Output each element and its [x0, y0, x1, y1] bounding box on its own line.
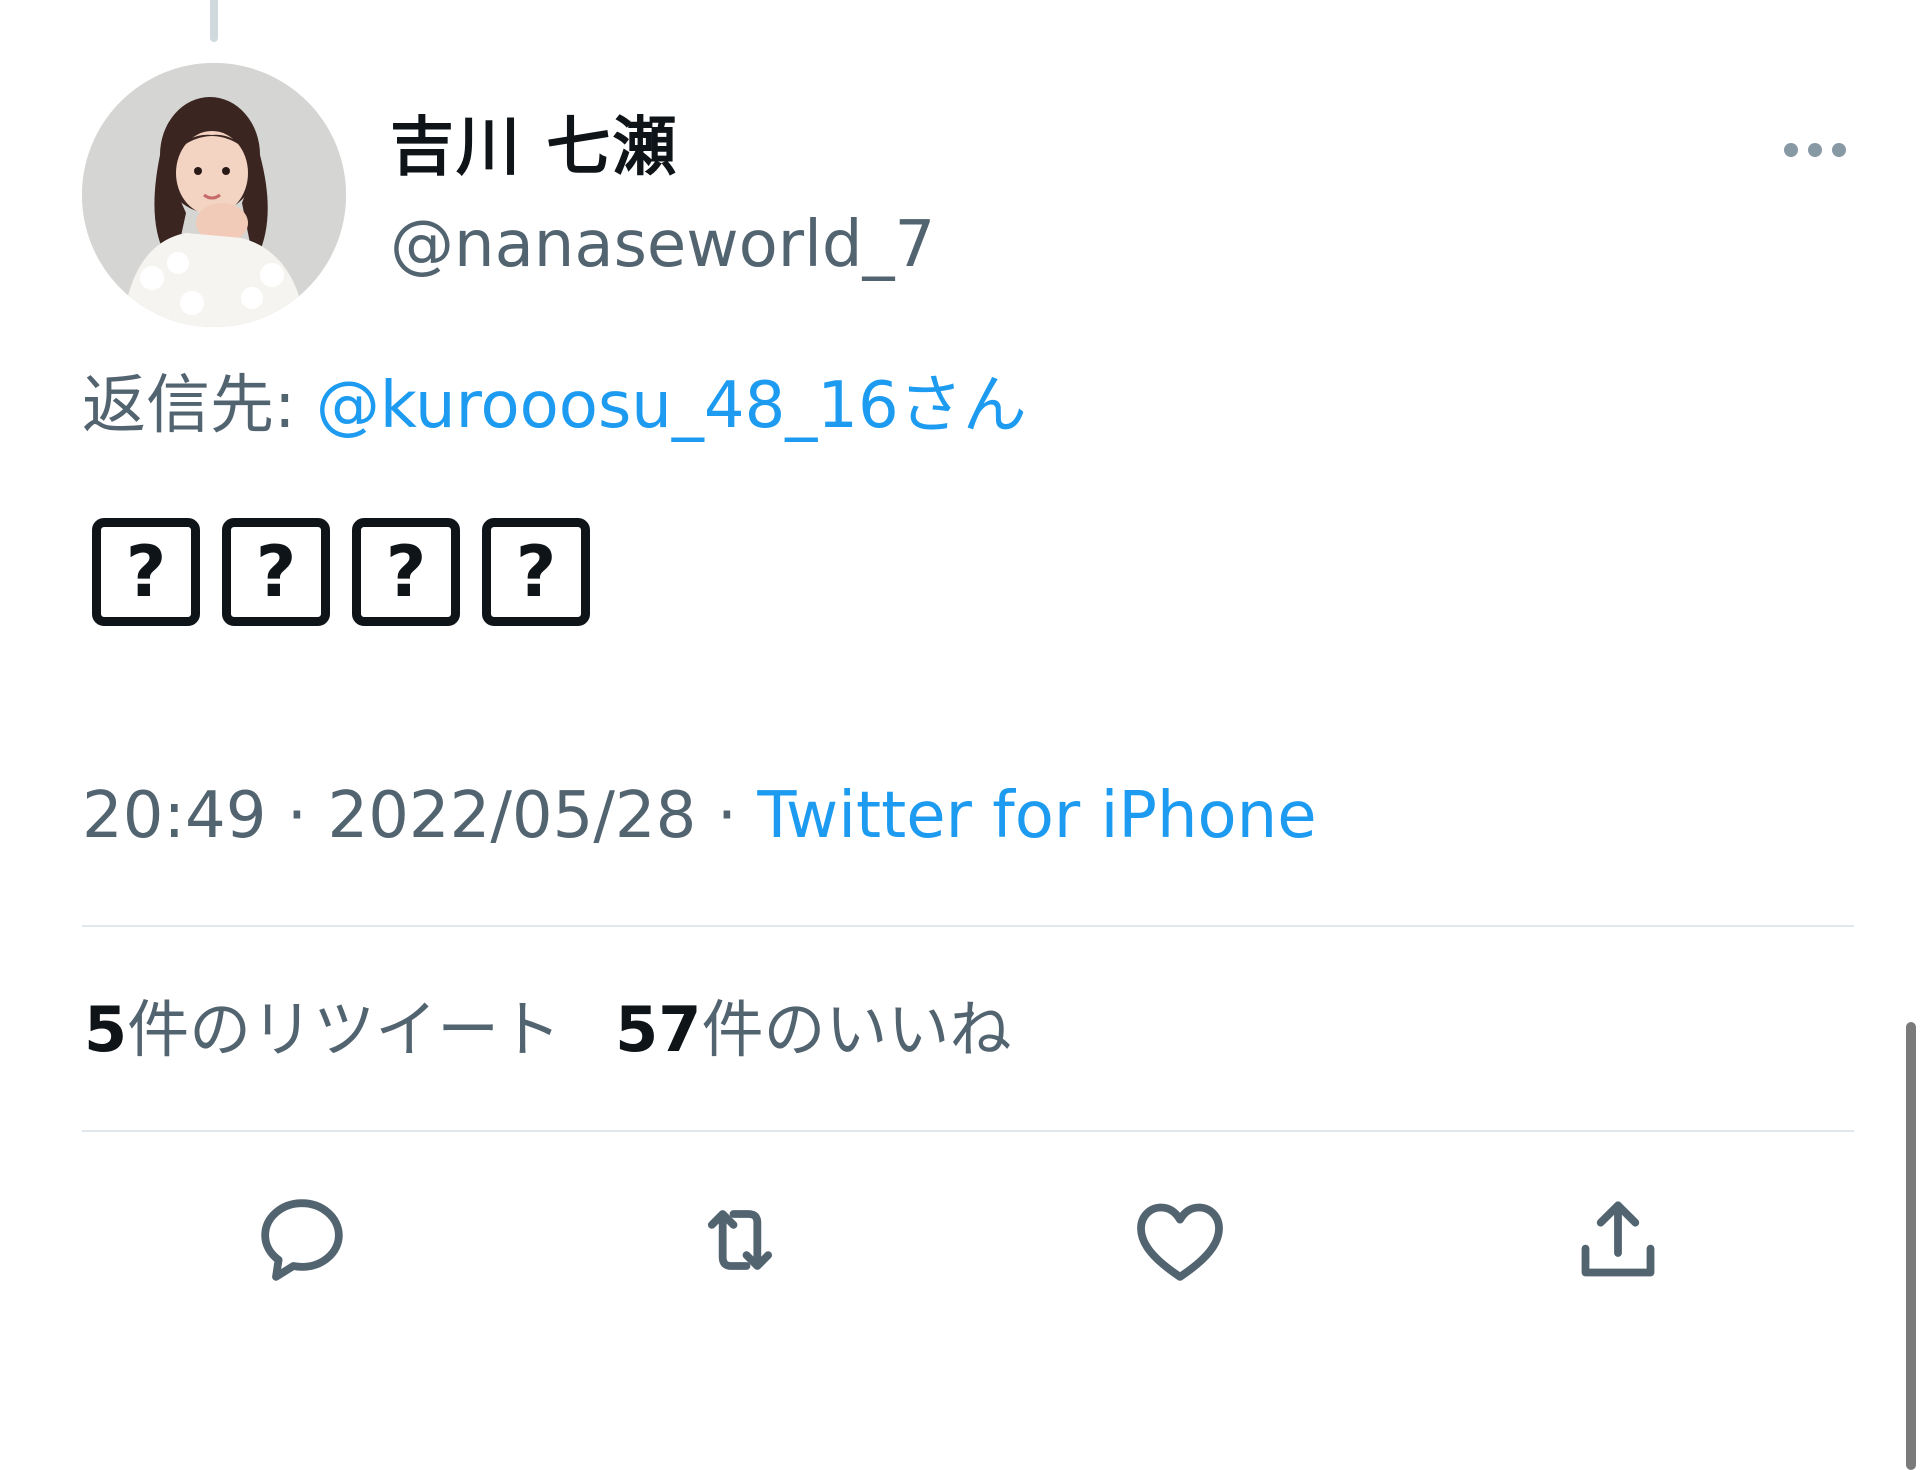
- retweet-label: 件のリツイート: [127, 993, 562, 1066]
- tweet-time[interactable]: 20:49: [82, 779, 266, 853]
- share-button[interactable]: [1558, 1180, 1678, 1300]
- vertical-scrollbar[interactable]: [1906, 1022, 1916, 1470]
- meta-separator: ·: [266, 779, 328, 853]
- retweet-count: 5: [84, 993, 128, 1066]
- reply-target-link[interactable]: @kurooosu_48_16さん: [316, 369, 1027, 443]
- more-options-button[interactable]: [1760, 130, 1870, 170]
- retweet-icon: [707, 1210, 773, 1270]
- tweet-detail-page: 吉川 七瀬 @nanaseworld_7 返信先: @kurooosu_48_1…: [0, 0, 1920, 1470]
- reply-context: 返信先: @kurooosu_48_16さん: [82, 366, 1027, 446]
- more-dot-icon: [1784, 143, 1798, 157]
- more-dot-icon: [1832, 143, 1846, 157]
- like-icon: [1137, 1203, 1223, 1281]
- like-label: 件のいいね: [701, 993, 1012, 1066]
- reply-button[interactable]: [242, 1180, 362, 1300]
- tweet-stats: 5件のリツイート 57件のいいね: [84, 990, 1011, 1070]
- author-handle[interactable]: @nanaseworld_7: [390, 205, 935, 285]
- missing-glyph-icon: ?: [222, 518, 330, 626]
- thread-connector-line: [210, 0, 218, 42]
- reply-icon: [261, 1199, 343, 1281]
- missing-glyph-icon: ?: [482, 518, 590, 626]
- reply-prefix: 返信先:: [82, 369, 316, 443]
- divider: [82, 925, 1854, 927]
- tweet-action-bar: [82, 1180, 1862, 1300]
- author-display-name[interactable]: 吉川 七瀬: [390, 108, 678, 188]
- missing-glyph-icon: ?: [352, 518, 460, 626]
- tweet-source-link[interactable]: Twitter for iPhone: [757, 779, 1316, 853]
- like-button[interactable]: [1120, 1180, 1240, 1300]
- divider: [82, 1130, 1854, 1132]
- tweet-date[interactable]: 2022/05/28: [327, 779, 696, 853]
- missing-glyph-icon: ?: [92, 518, 200, 626]
- avatar[interactable]: [82, 63, 346, 327]
- tweet-text: ? ? ? ?: [92, 518, 590, 626]
- like-count: 57: [615, 993, 702, 1066]
- profile-photo-icon: [82, 63, 346, 327]
- meta-separator: ·: [696, 779, 758, 853]
- retweet-count-stat[interactable]: 5件のリツイート: [84, 990, 561, 1070]
- like-count-stat[interactable]: 57件のいいね: [615, 990, 1011, 1070]
- more-dot-icon: [1808, 143, 1822, 157]
- tweet-meta: 20:49 · 2022/05/28 · Twitter for iPhone: [82, 776, 1317, 856]
- share-icon: [1581, 1201, 1655, 1277]
- retweet-button[interactable]: [680, 1180, 800, 1300]
